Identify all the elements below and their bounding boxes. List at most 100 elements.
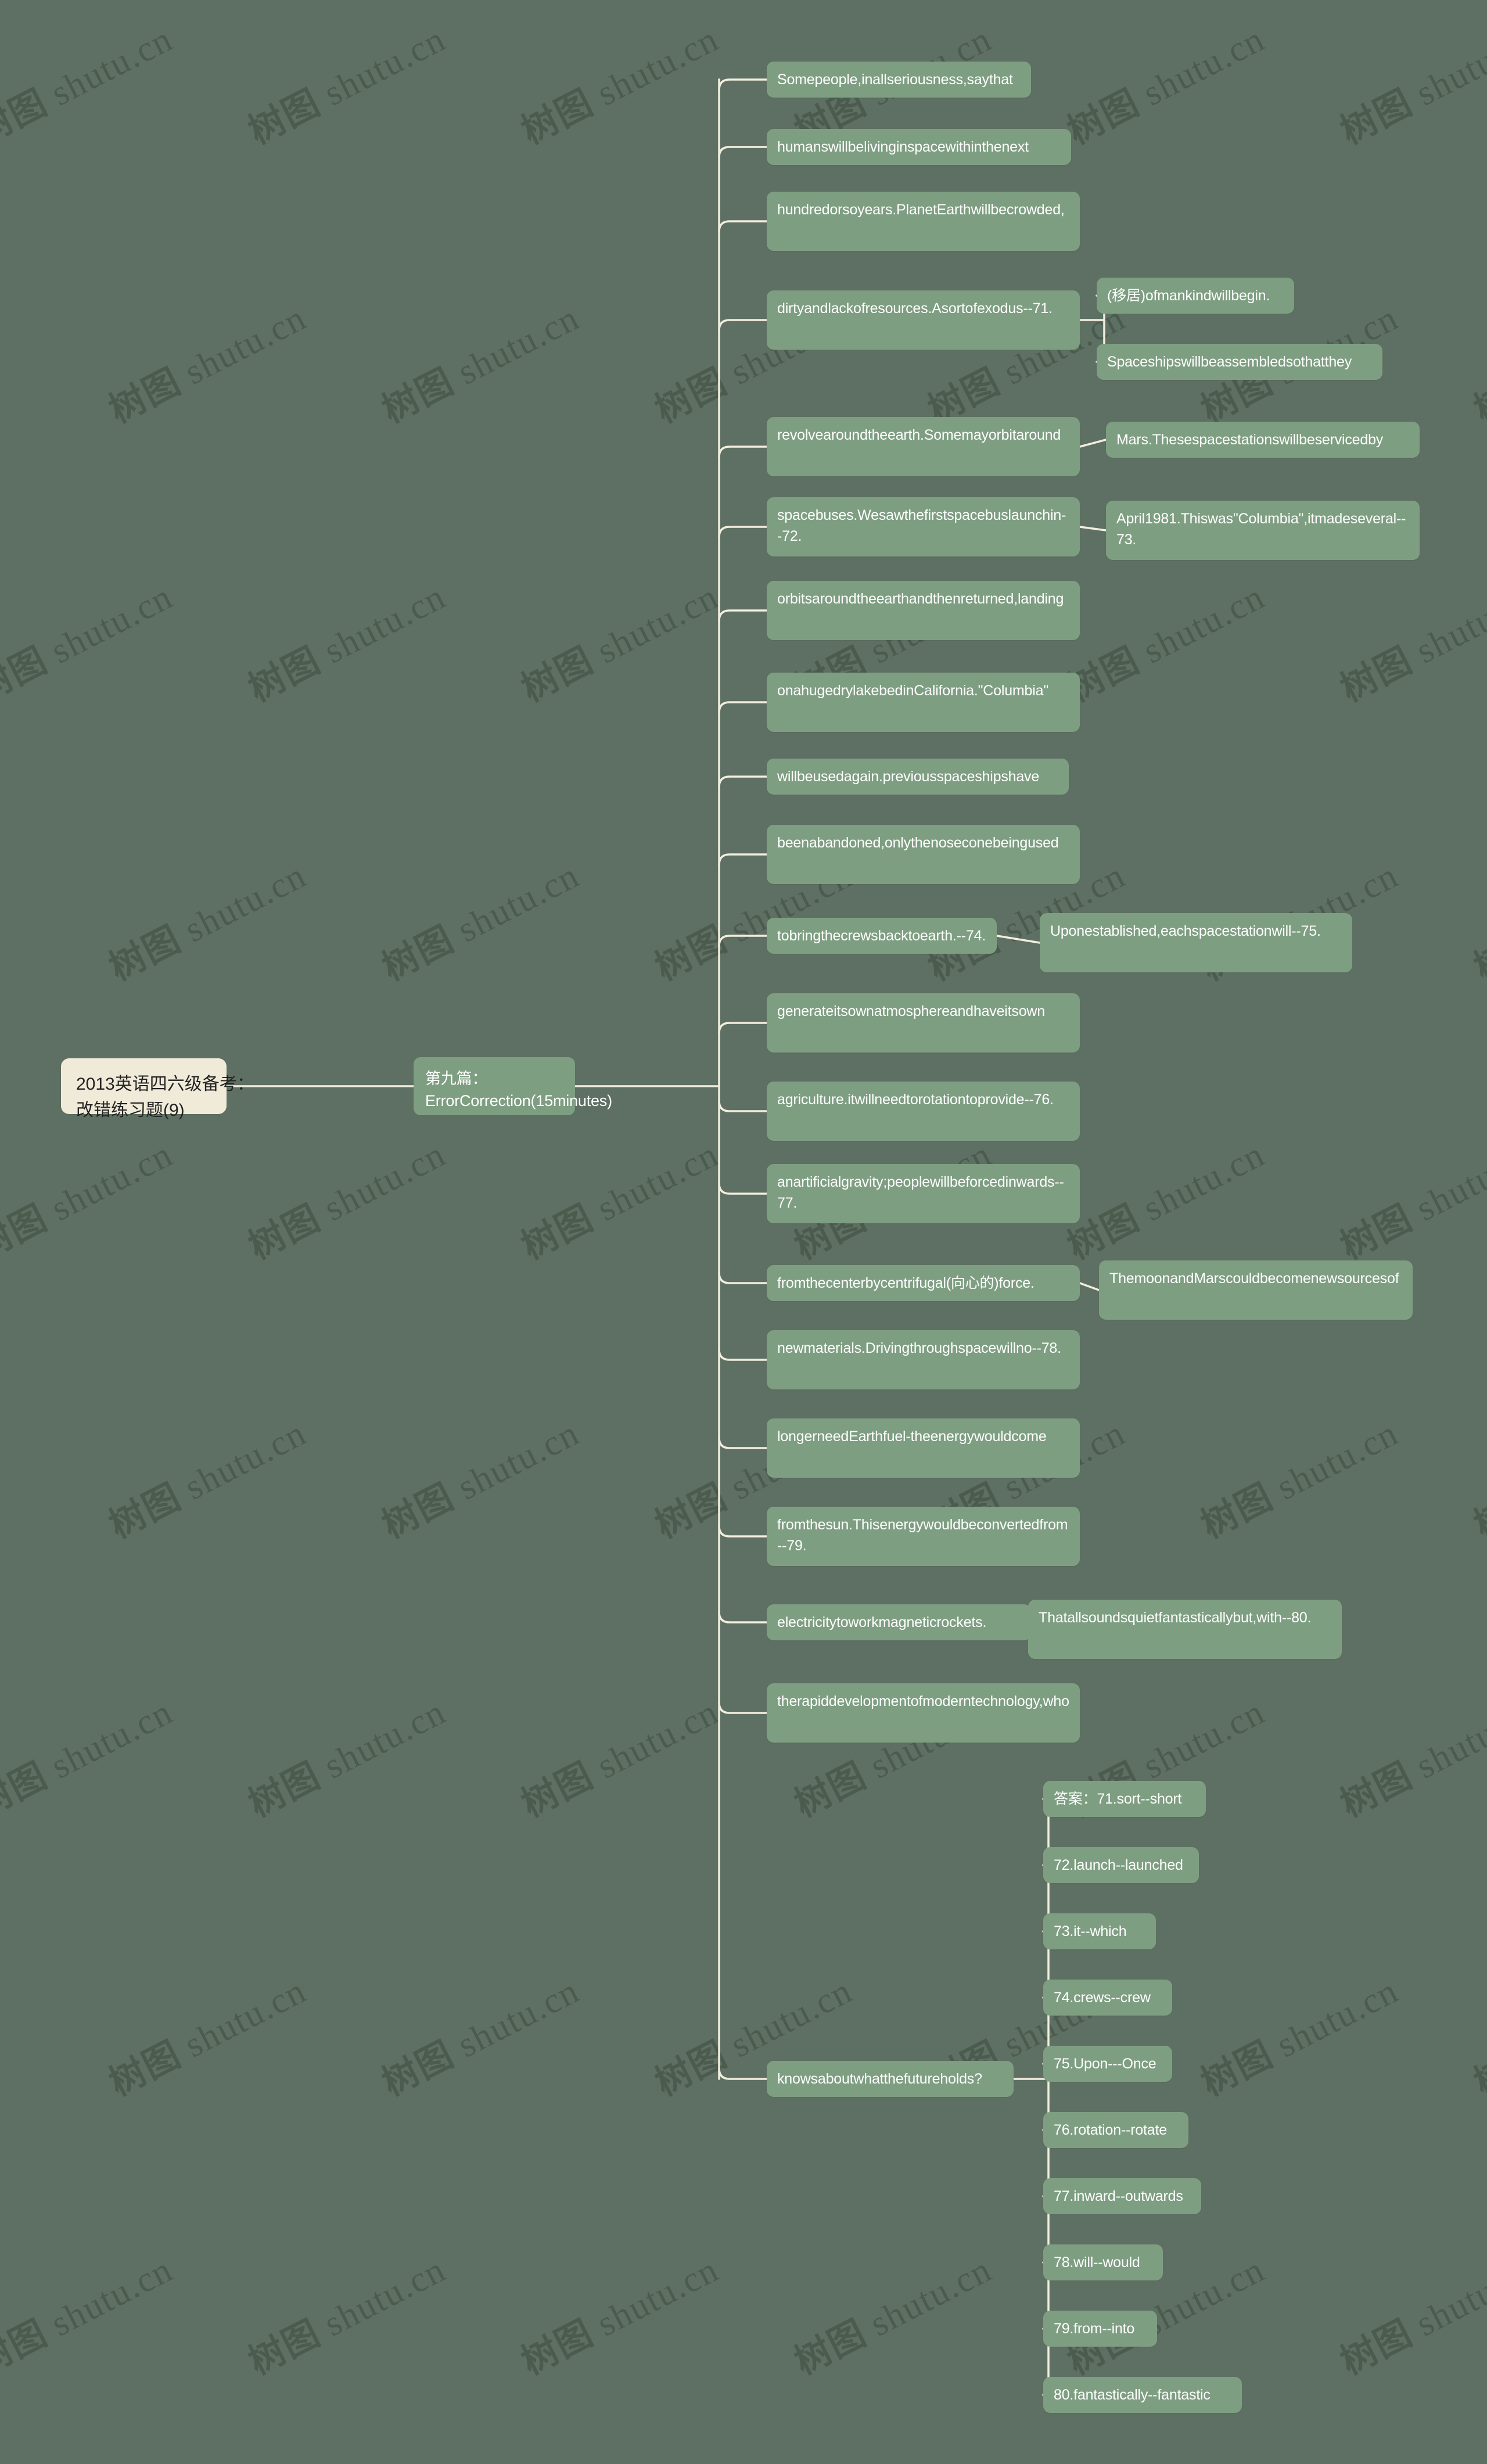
mindmap-branch-node[interactable]: newmaterials.Drivingthroughspacewillno--…	[767, 1330, 1080, 1389]
watermark-text: 树图 shutu.cn	[1333, 1134, 1487, 1268]
watermark-text: 树图 shutu.cn	[241, 577, 452, 710]
watermark-text: 树图 shutu.cn	[375, 298, 586, 432]
mindmap-branch-node[interactable]: longerneedEarthfuel-theenergywouldcome	[767, 1418, 1080, 1478]
watermark-text: 树图 shutu.cn	[1194, 1971, 1405, 2104]
connector-branch-elbow	[718, 1701, 768, 1714]
mindmap-answer-node[interactable]: 77.inward--outwards	[1043, 2178, 1201, 2214]
mindmap-branch-node[interactable]: generateitsownatmosphereandhaveitsown	[767, 993, 1080, 1053]
watermark-text: 树图 shutu.cn	[241, 2250, 452, 2383]
watermark-text: 树图 shutu.cn	[1060, 1134, 1272, 1268]
mindmap-branch-node[interactable]: tobringthecrewsbacktoearth.--74.	[767, 918, 997, 954]
mindmap-branch-node[interactable]: revolvearoundtheearth.Somemayorbitaround	[767, 417, 1080, 476]
node-label: beenabandoned,onlythenoseconebeingused	[777, 835, 1059, 851]
connector-branch-elbow	[718, 446, 768, 458]
mindmap-answer-node[interactable]: 74.crews--crew	[1043, 1980, 1172, 2016]
mindmap-sub-node[interactable]: ThemoonandMarscouldbecomenewsourcesof	[1099, 1260, 1413, 1320]
node-label: 74.crews--crew	[1054, 1989, 1151, 2006]
connector-branch-elbow	[718, 526, 768, 538]
watermark-text: 树图 shutu.cn	[1467, 360, 1487, 432]
mindmap-sub-node[interactable]: Thatallsoundsquietfantasticallybut,with-…	[1028, 1600, 1342, 1659]
node-label: 第九篇：ErrorCorrection(15minutes)	[425, 1070, 612, 1110]
watermark-text: 树图 shutu.cn	[102, 1413, 313, 1547]
watermark-text: 树图 shutu.cn	[1467, 917, 1487, 989]
mindmap-sub-node[interactable]: Uponestablished,eachspacestationwill--75…	[1040, 913, 1352, 972]
mindmap-branch-node[interactable]: dirtyandlackofresources.Asortofexodus--7…	[767, 290, 1080, 350]
mindmap-branch-node[interactable]: electricitytoworkmagneticrockets.	[767, 1604, 1031, 1640]
watermark-text: 树图 shutu.cn	[514, 2250, 725, 2383]
mindmap-sub-node[interactable]: (移居)ofmankindwillbegin.	[1097, 278, 1294, 314]
connector-branch-elbow	[718, 1022, 768, 1035]
node-label: fromthecenterbycentrifugal(向心的)force.	[777, 1275, 1035, 1291]
node-label: dirtyandlackofresources.Asortofexodus--7…	[777, 300, 1053, 317]
mindmap-answer-node[interactable]: 76.rotation--rotate	[1043, 2112, 1188, 2148]
connector-branch-to-sub	[996, 935, 1041, 944]
node-label: Spaceshipswillbeassembledsothatthey	[1107, 354, 1352, 370]
connector-branch-elbow	[718, 146, 768, 159]
mindmap-answer-node[interactable]: 79.from--into	[1043, 2311, 1157, 2347]
connector-branch-elbow	[718, 935, 768, 947]
connector-branch-elbow	[718, 1436, 768, 1449]
mindmap-branch-node[interactable]: knowsaboutwhatthefutureholds?	[767, 2061, 1014, 2097]
mindmap-answer-node[interactable]: 73.it--which	[1043, 1913, 1156, 1949]
mindmap-sub-node[interactable]: Mars.Thesespacestationswillbeservicedby	[1106, 422, 1420, 458]
watermark-text: 树图 shutu.cn	[102, 1971, 313, 2104]
mindmap-branch-node[interactable]: anartificialgravity;peoplewillbeforcedin…	[767, 1164, 1080, 1223]
node-label: Mars.Thesespacestationswillbeservicedby	[1116, 432, 1384, 448]
node-label: Thatallsoundsquietfantasticallybut,with-…	[1039, 1610, 1312, 1626]
mindmap-branch-node[interactable]: orbitsaroundtheearthandthenreturned,land…	[767, 581, 1080, 640]
connector-branch-elbow	[718, 1611, 768, 1623]
mindmap-branch-node[interactable]: onahugedrylakebedinCalifornia."Columbia"	[767, 673, 1080, 732]
watermark-text: 树图 shutu.cn	[0, 19, 179, 153]
node-label: longerneedEarthfuel-theenergywouldcome	[777, 1428, 1047, 1445]
node-label: 72.launch--launched	[1054, 1857, 1183, 1873]
node-label: 答案：71.sort--short	[1054, 1791, 1182, 1807]
node-label: April1981.Thiswas"Columbia",itmadesevera…	[1116, 511, 1406, 548]
node-label: anartificialgravity;peoplewillbeforcedin…	[777, 1174, 1064, 1211]
mindmap-answer-node[interactable]: 72.launch--launched	[1043, 1847, 1199, 1883]
watermark-text: 树图 shutu.cn	[514, 19, 725, 153]
mindmap-answer-node[interactable]: 75.Upon---Once	[1043, 2046, 1172, 2082]
node-label: agriculture.itwillneedtorotationtoprovid…	[777, 1091, 1054, 1108]
mindmap-branch-node[interactable]: willbeusedagain.previousspaceshipshave	[767, 759, 1069, 795]
watermark-text: 树图 shutu.cn	[241, 1134, 452, 1268]
node-label: electricitytoworkmagneticrockets.	[777, 1614, 987, 1630]
mindmap-branch-node[interactable]: fromthesun.Thisenergywouldbeconvertedfro…	[767, 1507, 1080, 1566]
mindmap-answer-node[interactable]: 78.will--would	[1043, 2244, 1163, 2280]
mindmap-answer-node[interactable]: 答案：71.sort--short	[1043, 1781, 1206, 1817]
mindmap-sub-node[interactable]: Spaceshipswillbeassembledsothatthey	[1097, 344, 1382, 380]
connector-branch-elbow	[718, 775, 768, 788]
node-label: knowsaboutwhatthefutureholds?	[777, 2071, 982, 2087]
connector-branch-to-sub	[1079, 526, 1107, 531]
watermark-text: 树图 shutu.cn	[0, 1692, 179, 1826]
node-label: onahugedrylakebedinCalifornia."Columbia"	[777, 683, 1048, 699]
connector-branch-elbow	[718, 1182, 768, 1195]
mindmap-branch-node[interactable]: humanswillbelivinginspacewithinthenext	[767, 129, 1071, 165]
watermark-text: 树图 shutu.cn	[1194, 1413, 1405, 1547]
mindmap-branch-node[interactable]: beenabandoned,onlythenoseconebeingused	[767, 825, 1080, 884]
watermark-text: 树图 shutu.cn	[102, 856, 313, 989]
mindmap-branch-node[interactable]: therapiddevelopmentofmoderntechnology,wh…	[767, 1683, 1080, 1743]
connector-branch-elbow	[718, 1348, 768, 1361]
watermark-text: 树图 shutu.cn	[1060, 19, 1272, 153]
connector-branch-elbow	[718, 609, 768, 622]
mindmap-answer-node[interactable]: 80.fantastically--fantastic	[1043, 2377, 1242, 2413]
mindmap-level1-node[interactable]: 第九篇：ErrorCorrection(15minutes)	[414, 1057, 612, 1115]
watermark-text: 树图 shutu.cn	[514, 1134, 725, 1268]
node-label: ThemoonandMarscouldbecomenewsourcesof	[1109, 1270, 1399, 1287]
node-label: fromthesun.Thisenergywouldbeconvertedfro…	[777, 1517, 1068, 1554]
watermark-text: 树图 shutu.cn	[1060, 577, 1272, 710]
mindmap-branch-node[interactable]: Somepeople,inallseriousness,saythat	[767, 62, 1031, 98]
node-label: (移居)ofmankindwillbegin.	[1107, 288, 1270, 304]
connector-branch-elbow	[718, 1271, 768, 1284]
watermark-text: 树图 shutu.cn	[0, 577, 179, 710]
mindmap-branch-node[interactable]: hundredorsoyears.PlanetEarthwillbecrowde…	[767, 192, 1080, 251]
node-label: revolvearoundtheearth.Somemayorbitaround	[777, 427, 1061, 443]
node-label: 79.from--into	[1054, 2321, 1135, 2337]
mindmap-sub-node[interactable]: April1981.Thiswas"Columbia",itmadesevera…	[1106, 501, 1420, 560]
connector-branch-elbow	[718, 1525, 768, 1538]
watermark-text: 树图 shutu.cn	[375, 1413, 586, 1547]
mindmap-branch-node[interactable]: fromthecenterbycentrifugal(向心的)force.	[767, 1265, 1080, 1301]
mindmap-branch-node[interactable]: spacebuses.Wesawthefirstspacebuslaunchin…	[767, 497, 1080, 556]
mindmap-branch-node[interactable]: agriculture.itwillneedtorotationtoprovid…	[767, 1082, 1080, 1141]
mindmap-root-node[interactable]: 2013英语四六级备考：改错练习题(9)	[61, 1058, 254, 1120]
